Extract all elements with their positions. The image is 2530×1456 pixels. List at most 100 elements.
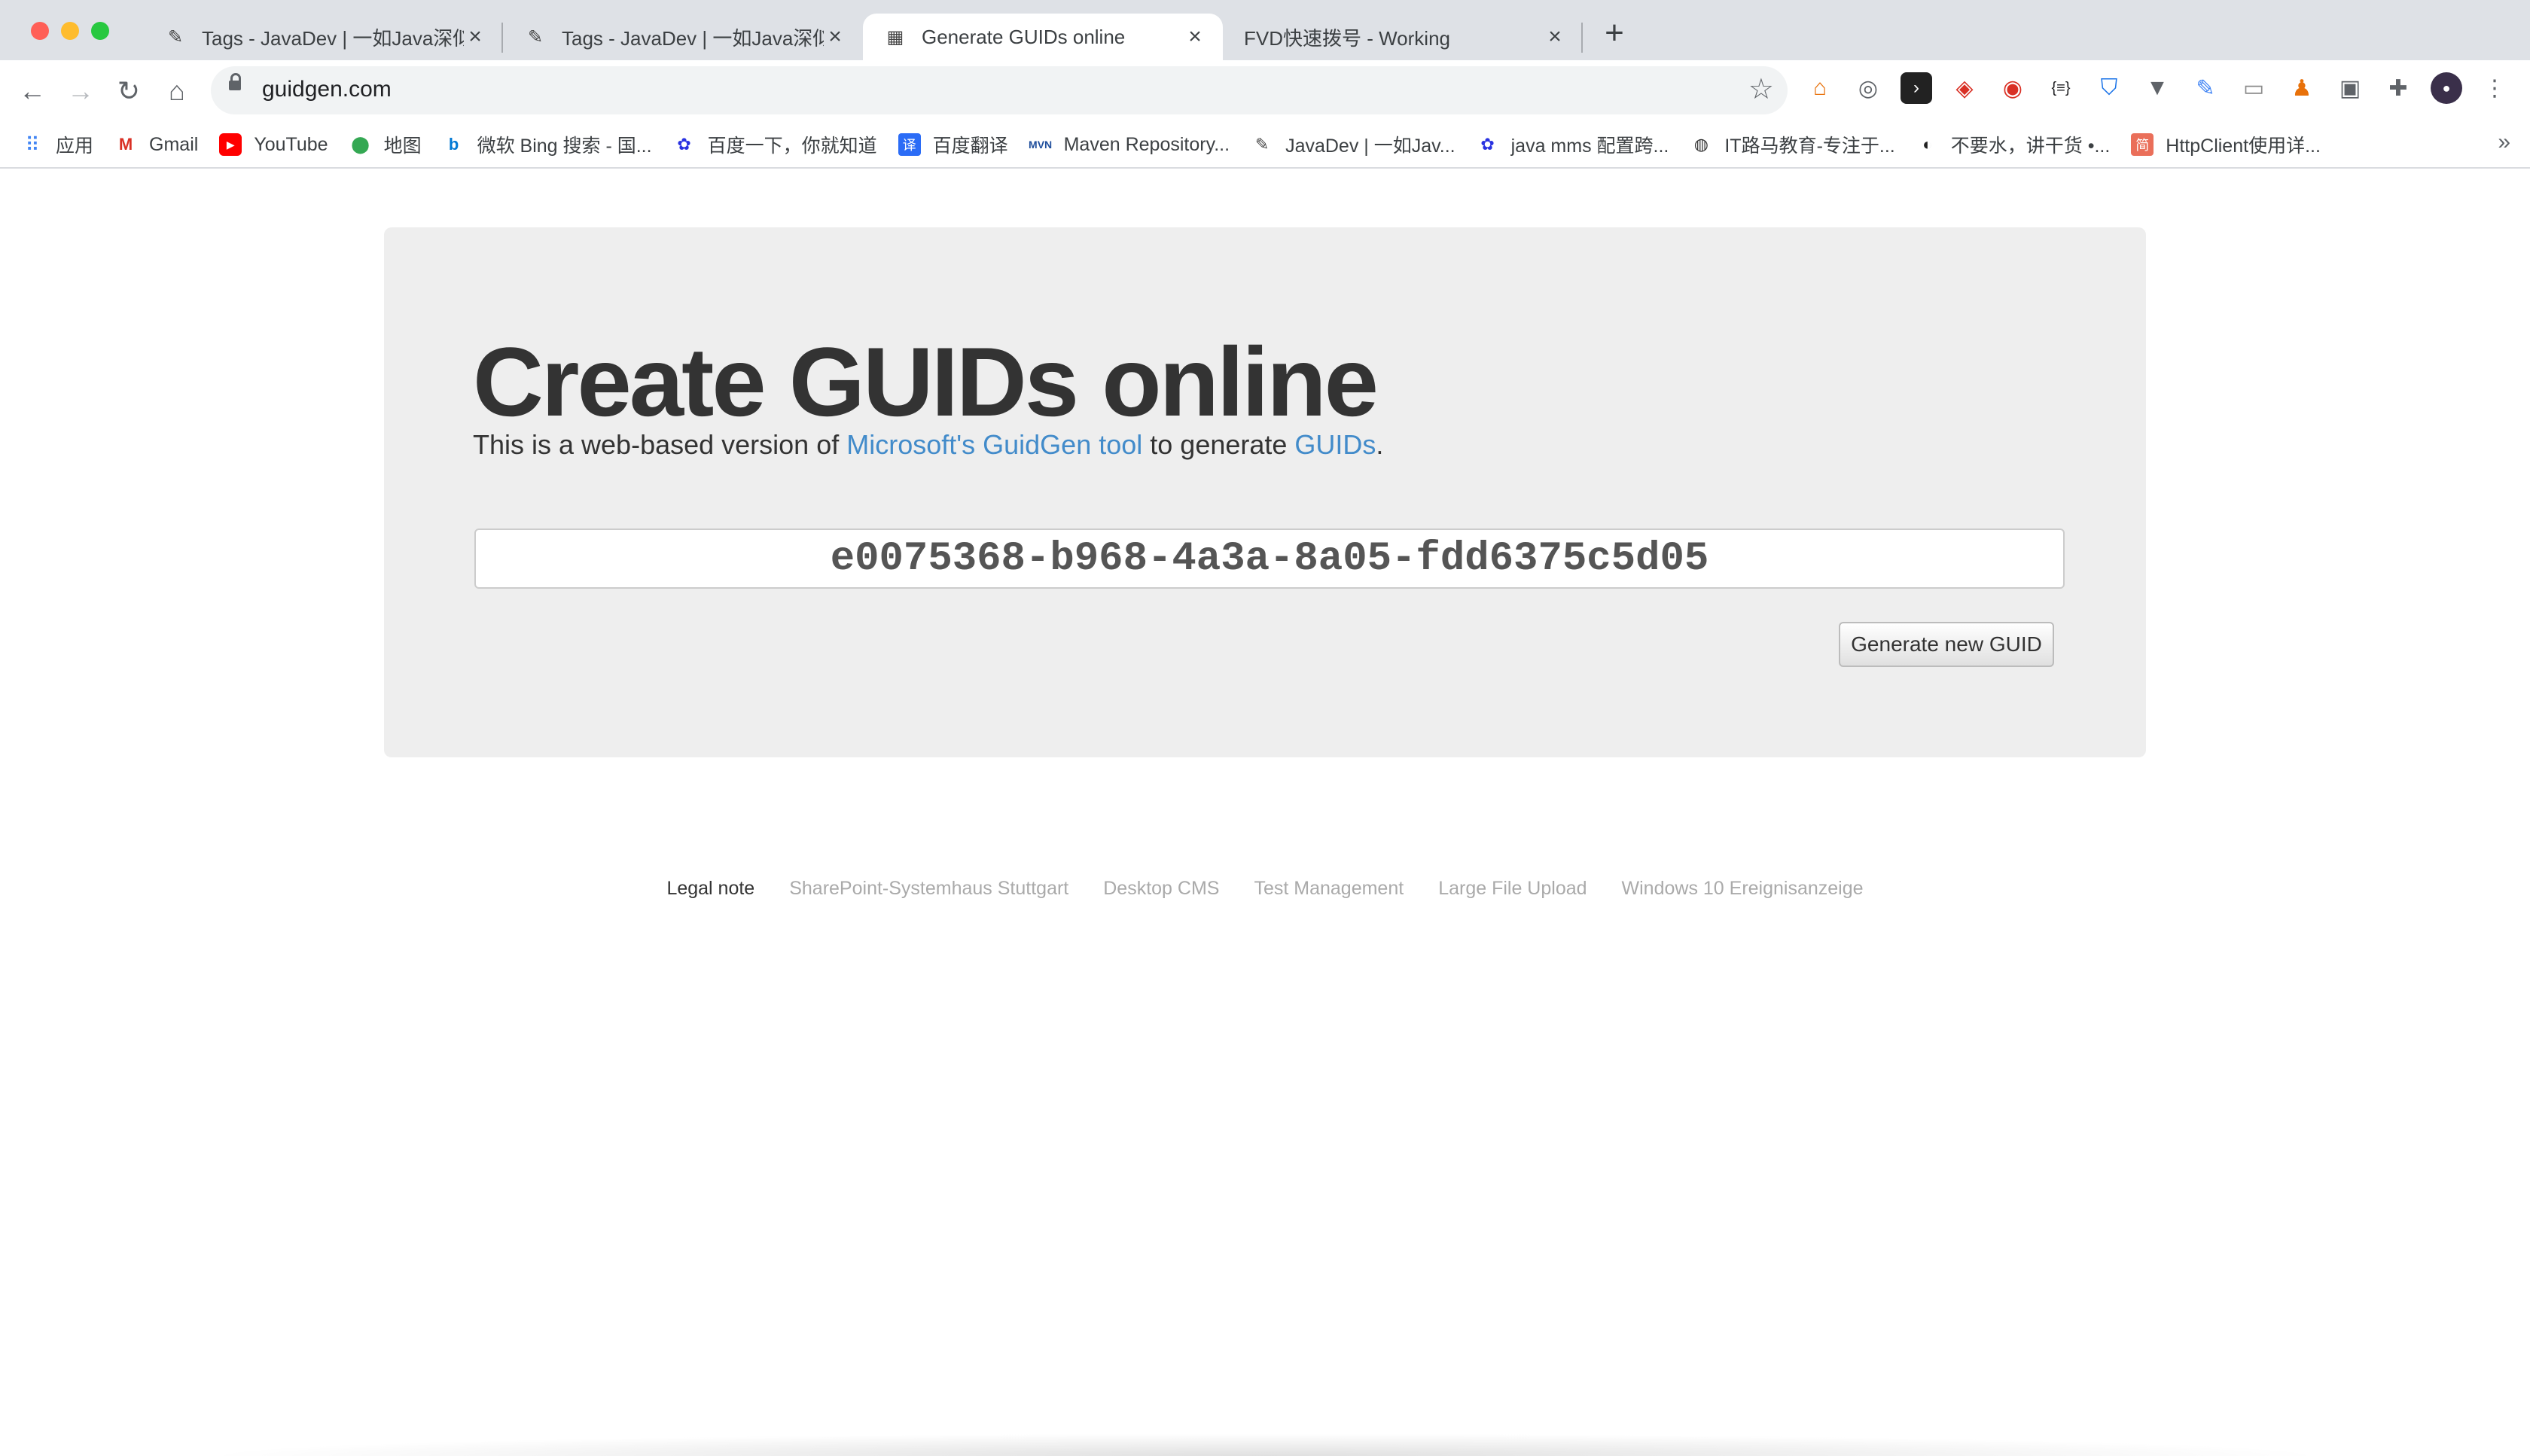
jianshu-icon: 简 xyxy=(2131,133,2154,156)
tab-title: Tags - JavaDev | 一如Java深似海 xyxy=(202,26,464,50)
bookmark-maps[interactable]: ⬤ 地图 xyxy=(349,131,422,158)
minimize-window-button[interactable] xyxy=(61,22,79,40)
tab-bar: ✎ Tags - JavaDev | 一如Java深似海 × ✎ Tags - … xyxy=(0,0,2530,60)
address-bar[interactable]: guidgen.com ☆ xyxy=(211,66,1788,114)
bookmark-bing[interactable]: b 微软 Bing 搜索 - 国... xyxy=(443,131,652,158)
large-file-upload-link[interactable]: Large File Upload xyxy=(1438,878,1587,900)
bookmark-youtube[interactable]: ▶ YouTube xyxy=(219,133,328,156)
tab-javadev-2[interactable]: ✎ Tags - JavaDev | 一如Java深似海 × xyxy=(503,14,863,60)
javadev-favicon-icon: ✎ xyxy=(167,26,184,47)
tab-title: Generate GUIDs online xyxy=(922,25,1126,48)
figure-extension-icon[interactable]: ♟ xyxy=(2286,72,2318,104)
home-icon[interactable]: ⌂ xyxy=(158,72,196,110)
baidu-paw-icon: ✿ xyxy=(1480,135,1495,154)
bookmark-label: Gmail xyxy=(149,133,199,155)
baidu-translate-icon: 译 xyxy=(898,133,921,156)
bookmark-label: 不要水，讲干货 •... xyxy=(1950,136,2111,157)
close-tab-icon[interactable]: × xyxy=(824,24,846,50)
back-arrow-icon[interactable]: ← xyxy=(14,72,51,110)
bookmark-label: IT路马教育-专注于... xyxy=(1724,136,1895,157)
gmail-icon: M xyxy=(118,135,133,154)
guids-link[interactable]: GUIDs xyxy=(1294,429,1376,460)
legal-note-link[interactable]: Legal note xyxy=(666,878,754,900)
bookmark-label: JavaDev | 一如Jav... xyxy=(1285,136,1456,157)
description-text: . xyxy=(1376,429,1384,460)
dock-shadow xyxy=(196,1433,2334,1456)
bookmark-star-icon[interactable]: ☆ xyxy=(1748,72,1774,106)
javadev-favicon-icon: ✎ xyxy=(527,26,544,47)
cube-extension-icon[interactable]: ◈ xyxy=(1949,72,1980,104)
guidgen-tool-link[interactable]: Microsoft's GuidGen tool xyxy=(846,429,1142,460)
vue-extension-icon[interactable]: ▼ xyxy=(2141,72,2173,104)
maven-icon: MVN xyxy=(1029,139,1053,151)
bookmark-label: Maven Repository... xyxy=(1063,133,1230,155)
edit-extension-icon[interactable]: ✎ xyxy=(2190,72,2221,104)
tab-fvd-speed-dial[interactable]: FVD快速拨号 - Working × xyxy=(1223,14,1583,60)
tab-title: FVD快速拨号 - Working xyxy=(1244,26,1450,50)
profile-avatar[interactable]: ● xyxy=(2431,72,2462,104)
close-tab-icon[interactable]: × xyxy=(464,24,486,50)
reload-icon[interactable]: ↻ xyxy=(110,72,148,110)
lock-icon xyxy=(229,73,241,90)
terminal-extension-icon[interactable]: › xyxy=(1901,72,1932,104)
bookmark-maven[interactable]: MVN Maven Repository... xyxy=(1029,133,1230,156)
browser-toolbar: ← → ↻ ⌂ guidgen.com ☆ ⌂ ◎ › ◈ ◉ {≡} ⛉ ▼ … xyxy=(0,60,2530,122)
bookmark-baidu[interactable]: ✿ 百度一下，你就知道 xyxy=(673,131,877,158)
tab-separator xyxy=(1581,23,1583,53)
reader-extension-icon[interactable]: ▭ xyxy=(2238,72,2269,104)
extensions-row: ⌂ ◎ › ◈ ◉ {≡} ⛉ ▼ ✎ ▭ ♟ ▣ ✚ ● ⋮ xyxy=(1804,72,2510,104)
bookmark-bu-yao-shui[interactable]: ◐ 不要水，讲干货 •... xyxy=(1916,131,2111,158)
guid-output-field[interactable]: e0075368-b968-4a3a-8a05-fdd6375c5d05 xyxy=(474,528,2065,589)
footer-links: Legal note SharePoint-Systemhaus Stuttga… xyxy=(0,878,2530,900)
sync-extension-icon[interactable]: ◎ xyxy=(1852,72,1884,104)
screen-extension-icon[interactable]: ▣ xyxy=(2334,72,2366,104)
bookmark-gmail[interactable]: M Gmail xyxy=(114,133,198,156)
close-tab-icon[interactable]: × xyxy=(1544,24,1566,50)
javadev-icon: ✎ xyxy=(1254,135,1270,154)
description-text: to generate xyxy=(1142,429,1295,460)
calculator-favicon-icon: ▦ xyxy=(886,26,904,47)
bookmark-it-education[interactable]: ◍ IT路马教育-专注于... xyxy=(1690,131,1895,158)
puzzle-extensions-icon[interactable]: ✚ xyxy=(2382,72,2414,104)
bookmark-java-mms[interactable]: ✿ java mms 配置跨... xyxy=(1477,131,1669,158)
maximize-window-button[interactable] xyxy=(91,22,109,40)
forward-arrow-icon[interactable]: → xyxy=(62,72,99,110)
new-tab-button[interactable]: + xyxy=(1598,17,1631,50)
json-extension-icon[interactable]: {≡} xyxy=(2045,72,2077,104)
bookmark-label: java mms 配置跨... xyxy=(1510,136,1669,157)
bookmark-label: HttpClient使用详... xyxy=(2166,136,2321,157)
bookmark-javadev[interactable]: ✎ JavaDev | 一如Jav... xyxy=(1251,131,1456,158)
bookmark-apps[interactable]: ⠿ 应用 xyxy=(21,131,93,158)
close-window-button[interactable] xyxy=(31,22,49,40)
sharepoint-link[interactable]: SharePoint-Systemhaus Stuttgart xyxy=(789,878,1068,900)
url-text[interactable]: guidgen.com xyxy=(262,77,392,102)
bookmark-httpclient[interactable]: 简 HttpClient使用详... xyxy=(2131,131,2321,158)
desktop-cms-link[interactable]: Desktop CMS xyxy=(1103,878,1219,900)
tab-javadev-1[interactable]: ✎ Tags - JavaDev | 一如Java深似海 × xyxy=(143,14,503,60)
bookmark-label: 应用 xyxy=(56,136,94,157)
github-style-icon: ◐ xyxy=(1922,135,1933,154)
red-circle-extension-icon[interactable]: ◉ xyxy=(1997,72,2029,104)
tab-generate-guids[interactable]: ▦ Generate GUIDs online × xyxy=(863,14,1223,60)
page-description: This is a web-based version of Microsoft… xyxy=(473,429,1383,461)
bookmarks-overflow-button[interactable]: » xyxy=(2498,129,2510,155)
description-text: This is a web-based version of xyxy=(473,429,847,460)
bookmarks-bar: ⠿ 应用 M Gmail ▶ YouTube ⬤ 地图 b 微软 Bing 搜索… xyxy=(0,122,2530,169)
hero-panel: Create GUIDs online This is a web-based … xyxy=(384,227,2146,757)
bookmark-label: 百度一下，你就知道 xyxy=(707,136,877,157)
apps-grid-icon: ⠿ xyxy=(25,133,40,156)
bookmark-baidu-translate[interactable]: 译 百度翻译 xyxy=(898,131,1008,158)
test-management-link[interactable]: Test Management xyxy=(1254,878,1404,900)
baidu-icon: ✿ xyxy=(677,135,691,154)
bookmark-label: 地图 xyxy=(383,136,422,157)
bookmark-label: 微软 Bing 搜索 - 国... xyxy=(477,136,652,157)
generate-guid-button[interactable]: Generate new GUID xyxy=(1839,622,2054,667)
bookmark-label: 百度翻译 xyxy=(932,136,1008,157)
tab-title: Tags - JavaDev | 一如Java深似海 xyxy=(562,26,824,50)
globe-icon: ◍ xyxy=(1693,135,1709,154)
windows-event-viewer-link[interactable]: Windows 10 Ereignisanzeige xyxy=(1622,878,1864,900)
close-tab-icon[interactable]: × xyxy=(1184,24,1206,50)
shield-extension-icon[interactable]: ⛉ xyxy=(2093,72,2125,104)
home-extension-icon[interactable]: ⌂ xyxy=(1804,72,1836,104)
menu-kebab-icon[interactable]: ⋮ xyxy=(2479,72,2510,104)
